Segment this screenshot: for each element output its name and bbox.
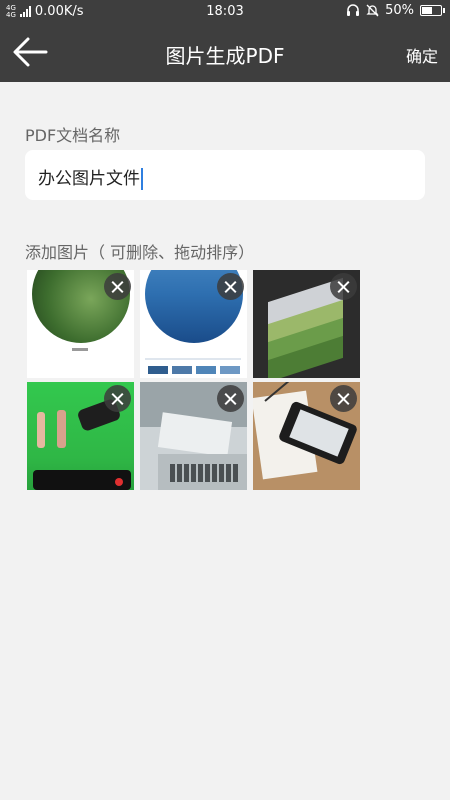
image-thumb[interactable] [140,270,247,378]
pdf-name-field[interactable]: 办公图片文件 [25,150,425,200]
remove-image-button[interactable] [217,385,244,412]
image-grid [27,270,361,490]
image-thumb[interactable] [27,382,134,490]
app-bar: 图片生成PDF 确定 [0,24,450,82]
pdf-name-label: PDF文档名称 [25,126,121,145]
battery-fill [422,7,432,14]
mute-bell-icon [366,4,379,17]
remove-image-button[interactable] [217,273,244,300]
image-thumb[interactable] [253,270,360,378]
remove-image-button[interactable] [104,385,131,412]
battery-percent: 50% [385,3,414,18]
status-bar: 4G 4G 0.00K/s 18:03 50% [0,0,450,24]
image-thumb[interactable] [253,382,360,490]
text-caret [141,168,143,190]
remove-image-button[interactable] [330,385,357,412]
page-title: 图片生成PDF [165,44,285,68]
remove-image-button[interactable] [104,273,131,300]
pdf-name-input[interactable]: 办公图片文件 [38,164,143,190]
image-thumb[interactable] [27,270,134,378]
add-images-label: 添加图片（ 可删除、拖动排序） [25,243,255,262]
remove-image-button[interactable] [330,273,357,300]
pdf-name-value: 办公图片文件 [38,169,140,189]
status-right: 50% [346,3,445,18]
battery-icon [420,5,445,16]
headset-icon [347,4,360,16]
image-thumb[interactable] [140,382,247,490]
confirm-button[interactable]: 确定 [406,43,438,67]
